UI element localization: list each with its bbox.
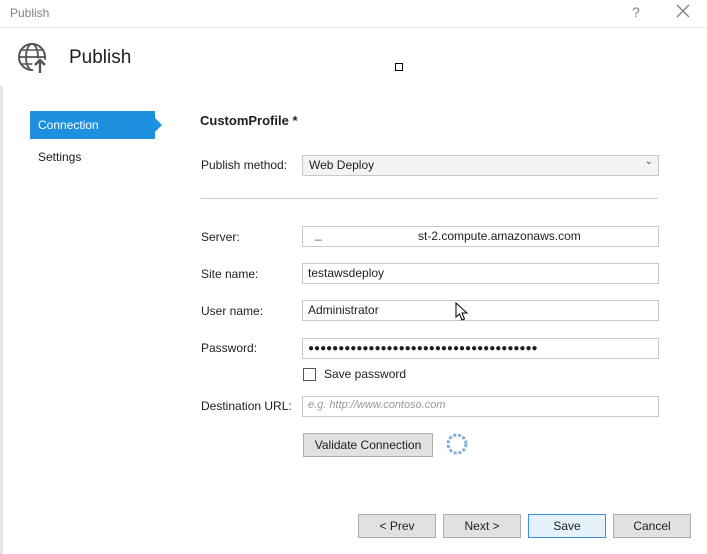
next-button[interactable]: Next > — [443, 514, 521, 538]
publish-method-value: Web Deploy — [309, 158, 375, 172]
close-icon[interactable] — [675, 3, 691, 19]
publish-method-select[interactable]: Web Deploy ⌄ — [302, 155, 659, 176]
globe-publish-icon — [18, 43, 48, 74]
user-name-label: User name: — [201, 304, 264, 318]
prev-button[interactable]: < Prev — [358, 514, 436, 538]
dialog-header: Publish — [0, 28, 707, 86]
server-input[interactable]: _ st-2.compute.amazonaws.com — [302, 226, 659, 247]
save-button[interactable]: Save — [528, 514, 606, 538]
help-button[interactable]: ? — [632, 4, 640, 20]
nav-item-connection[interactable]: Connection — [30, 111, 162, 139]
save-password-checkbox[interactable] — [303, 368, 316, 381]
server-label: Server: — [201, 230, 240, 244]
nav-item-settings[interactable]: Settings — [30, 143, 155, 171]
password-input[interactable]: ●●●●●●●●●●●●●●●●●●●●●●●●●●●●●●●●●●●●●● — [302, 338, 659, 359]
profile-title: CustomProfile * — [200, 113, 298, 128]
password-label: Password: — [201, 341, 258, 355]
resize-marker — [395, 63, 403, 71]
user-name-input[interactable]: Administrator — [302, 300, 659, 321]
publish-method-label: Publish method: — [201, 158, 288, 172]
destination-url-input[interactable]: e.g. http://www.contoso.com — [302, 396, 659, 417]
server-prefix: _ — [315, 227, 322, 241]
site-name-label: Site name: — [201, 267, 259, 281]
server-value: st-2.compute.amazonaws.com — [418, 229, 581, 243]
loading-spinner-icon — [446, 433, 468, 455]
destination-url-label: Destination URL: — [201, 399, 292, 413]
mouse-cursor-icon — [455, 302, 469, 321]
save-password-label: Save password — [324, 367, 407, 381]
separator — [201, 198, 658, 199]
window-title: Publish — [10, 6, 50, 20]
cancel-button[interactable]: Cancel — [613, 514, 691, 538]
chevron-down-icon: ⌄ — [644, 156, 653, 167]
dialog-title: Publish — [69, 47, 132, 68]
validate-connection-button[interactable]: Validate Connection — [303, 433, 433, 457]
site-name-input[interactable]: testawsdeploy — [302, 263, 659, 284]
title-bar: Publish ? — [0, 0, 707, 28]
